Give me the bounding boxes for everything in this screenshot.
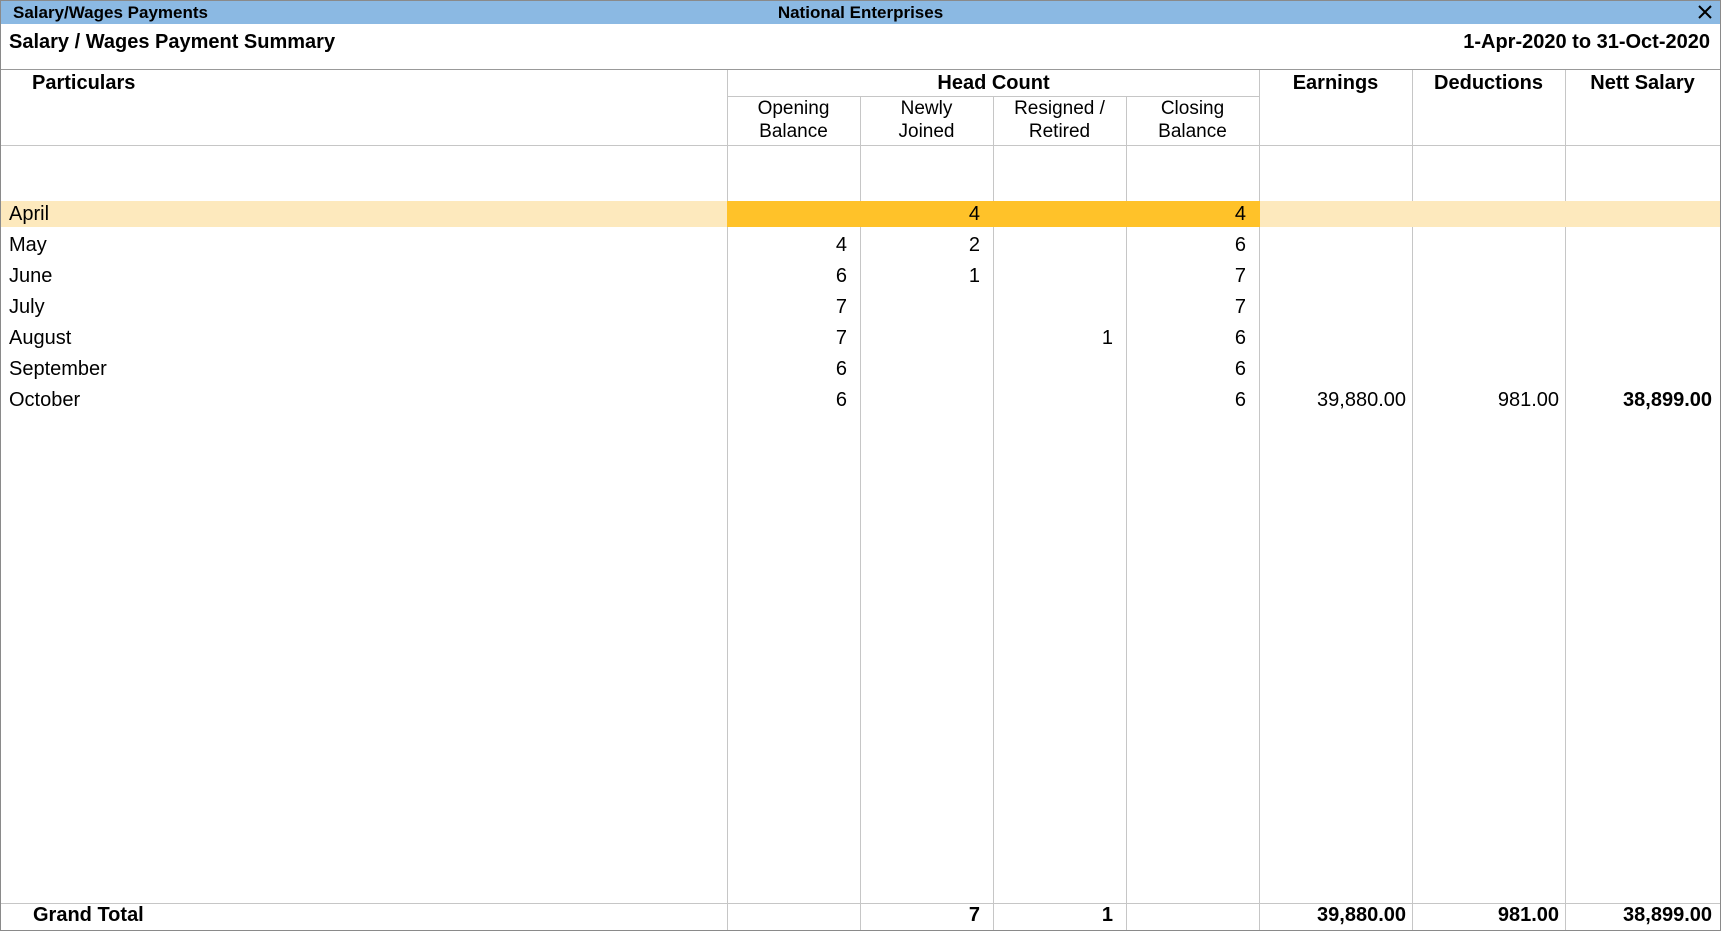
row-closing: 6 xyxy=(1234,234,1246,256)
row-resigned: 1 xyxy=(1101,327,1113,349)
row-joined: 4 xyxy=(968,203,980,225)
column-divider xyxy=(727,70,728,930)
row-closing: 6 xyxy=(1234,327,1246,349)
col-newly-joined-line1: Newly xyxy=(900,98,953,119)
total-resigned: 1 xyxy=(1101,904,1113,926)
total-nett-salary: 38,899.00 xyxy=(1623,904,1712,926)
table-row-april[interactable]: April 4 4 xyxy=(1,201,1720,227)
row-month: June xyxy=(9,265,53,287)
row-closing: 7 xyxy=(1234,265,1246,287)
col-closing-balance-line2: Balance xyxy=(1158,121,1227,142)
row-month: August xyxy=(9,327,72,349)
col-resigned-retired: Resigned / Retired xyxy=(993,97,1126,143)
close-icon[interactable] xyxy=(1694,1,1716,24)
col-closing-balance: Closing Balance xyxy=(1126,97,1259,143)
window-title: Salary/Wages Payments xyxy=(13,3,208,22)
row-joined: 1 xyxy=(968,265,980,287)
table-row-july[interactable]: July 7 7 xyxy=(1,294,1720,320)
row-month: May xyxy=(9,234,47,256)
row-closing: 6 xyxy=(1234,389,1246,411)
table-row-may[interactable]: May 4 2 6 xyxy=(1,232,1720,258)
col-closing-balance-line1: Closing xyxy=(1160,98,1225,119)
table-row-august[interactable]: August 7 1 6 xyxy=(1,325,1720,351)
row-nett-salary: 38,899.00 xyxy=(1623,389,1712,411)
row-closing: 7 xyxy=(1234,296,1246,318)
total-deductions: 981.00 xyxy=(1497,904,1559,926)
row-closing: 4 xyxy=(1234,203,1246,225)
row-opening: 4 xyxy=(835,234,847,256)
col-opening-balance-line2: Balance xyxy=(759,121,828,142)
column-divider xyxy=(1259,70,1260,930)
company-name: National Enterprises xyxy=(777,3,944,22)
row-joined: 2 xyxy=(968,234,980,256)
total-joined: 7 xyxy=(968,904,980,926)
row-month: July xyxy=(9,296,45,318)
col-particulars: Particulars xyxy=(32,72,136,94)
row-opening: 7 xyxy=(835,327,847,349)
column-divider xyxy=(1412,70,1413,930)
column-divider xyxy=(1565,70,1566,930)
row-opening: 6 xyxy=(835,389,847,411)
col-opening-balance: Opening Balance xyxy=(727,97,860,143)
title-bar: Salary/Wages Payments National Enterpris… xyxy=(1,1,1720,24)
row-opening: 6 xyxy=(835,265,847,287)
row-opening: 7 xyxy=(835,296,847,318)
report-header: Salary / Wages Payment Summary 1-Apr-202… xyxy=(1,24,1720,70)
row-month: September xyxy=(9,358,107,380)
col-head-count: Head Count xyxy=(937,72,1050,94)
row-deductions: 981.00 xyxy=(1497,389,1559,411)
row-month: October xyxy=(9,389,81,411)
col-deductions: Deductions xyxy=(1434,72,1543,94)
report-period[interactable]: 1-Apr-2020 to 31-Oct-2020 xyxy=(1463,31,1710,54)
table-row-september[interactable]: September 6 6 xyxy=(1,356,1720,382)
table-row-june[interactable]: June 6 1 7 xyxy=(1,263,1720,289)
report-window: Salary/Wages Payments National Enterpris… xyxy=(0,0,1721,931)
total-earnings: 39,880.00 xyxy=(1317,904,1406,926)
grand-total-label: Grand Total xyxy=(33,904,144,926)
col-resigned-retired-line2: Retired xyxy=(1028,121,1091,142)
header-divider xyxy=(1,145,1720,146)
table-row-october[interactable]: October 6 6 39,880.00 981.00 38,899.00 xyxy=(1,387,1720,413)
row-opening: 6 xyxy=(835,358,847,380)
col-earnings: Earnings xyxy=(1292,72,1379,94)
report-title: Salary / Wages Payment Summary xyxy=(9,31,336,53)
col-newly-joined-line2: Joined xyxy=(898,121,955,142)
row-earnings: 39,880.00 xyxy=(1317,389,1406,411)
row-month: April xyxy=(9,203,50,225)
col-newly-joined: Newly Joined xyxy=(860,97,993,143)
col-resigned-retired-line1: Resigned / xyxy=(1014,98,1105,119)
col-opening-balance-line1: Opening xyxy=(757,98,830,119)
col-nett-salary: Nett Salary xyxy=(1590,72,1695,94)
grand-total-row: Grand Total 7 1 39,880.00 981.00 38,899.… xyxy=(1,899,1720,930)
row-closing: 6 xyxy=(1234,358,1246,380)
